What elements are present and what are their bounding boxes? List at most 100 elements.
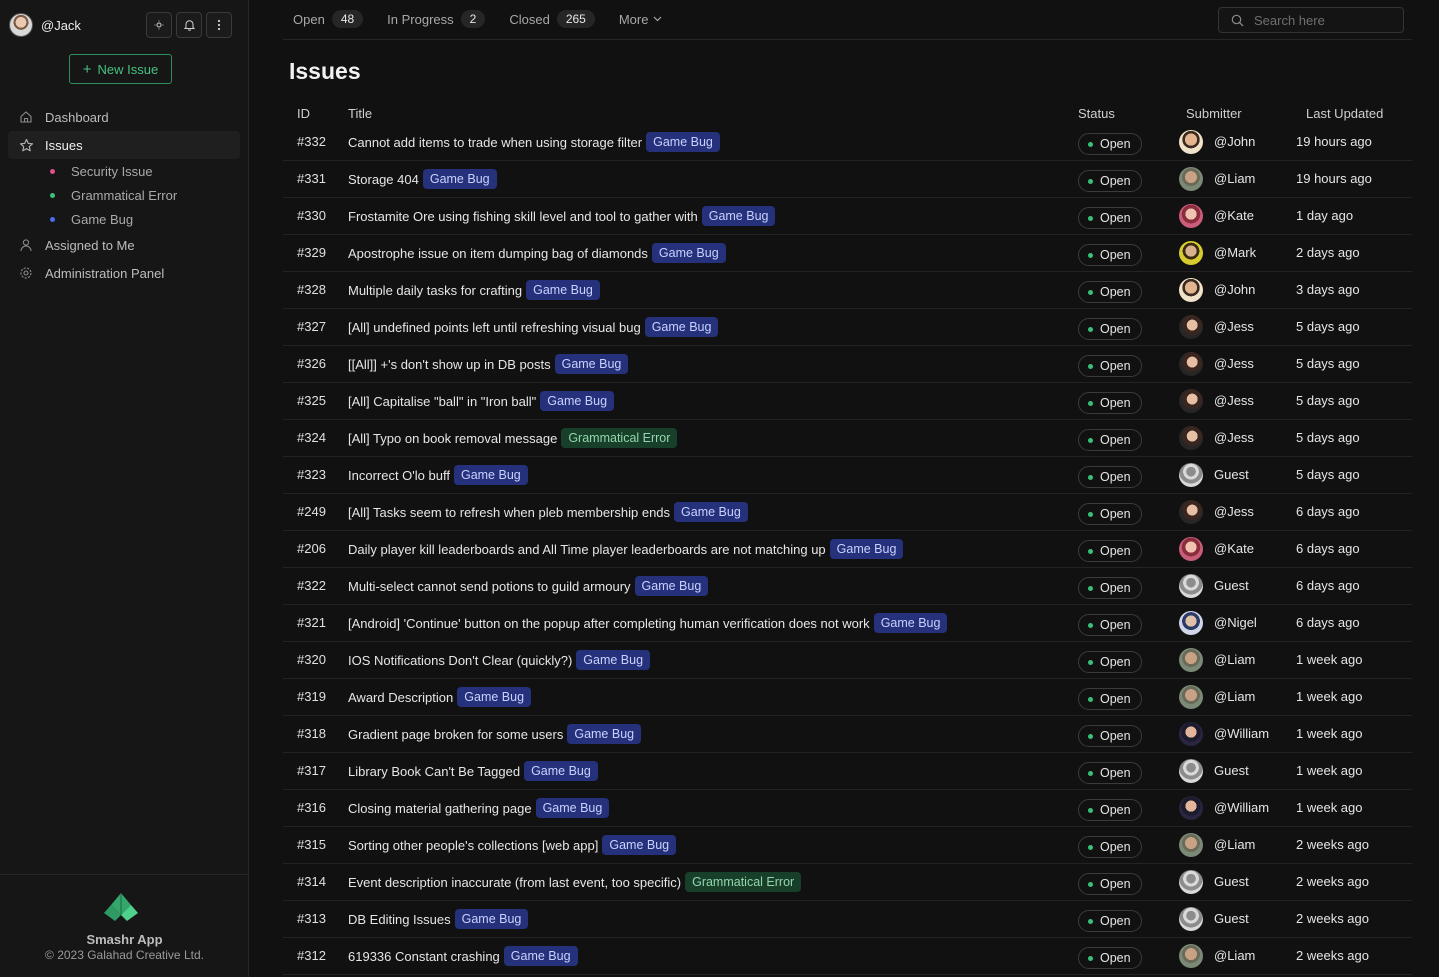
submitter-avatar[interactable] (1179, 537, 1203, 561)
issue-id[interactable]: #322 (297, 578, 326, 593)
submitter-avatar[interactable] (1179, 722, 1203, 746)
issue-tag-badge[interactable]: Game Bug (422, 169, 497, 189)
issue-title[interactable]: Incorrect O'lo buff (348, 468, 450, 483)
issue-id[interactable]: #324 (297, 430, 326, 445)
issue-tag-badge[interactable]: Grammatical Error (685, 872, 802, 892)
table-row[interactable]: #316 Closing material gathering page Game … (283, 790, 1412, 827)
submitter-avatar[interactable] (1179, 759, 1203, 783)
table-row[interactable]: #328 Multiple daily tasks for crafting Gam… (283, 272, 1412, 309)
submitter-name[interactable]: @Kate (1214, 208, 1254, 223)
table-row[interactable]: #314 Event description inaccurate (from l… (283, 864, 1412, 901)
search-input[interactable] (1254, 12, 1394, 28)
issue-id[interactable]: #325 (297, 393, 326, 408)
issue-id[interactable]: #321 (297, 615, 326, 630)
sidebar-item-administration-panel[interactable]: Administration Panel (8, 259, 240, 287)
issue-tag-badge[interactable]: Game Bug (701, 206, 776, 226)
issue-id[interactable]: #312 (297, 948, 326, 963)
submitter-avatar[interactable] (1179, 907, 1203, 931)
issue-title[interactable]: Library Book Can't Be Tagged (348, 764, 520, 779)
submitter-name[interactable]: Guest (1214, 763, 1249, 778)
new-issue-button[interactable]: + New Issue (69, 54, 172, 84)
submitter-avatar[interactable] (1179, 685, 1203, 709)
issue-tag-badge[interactable]: Game Bug (829, 539, 904, 559)
submitter-name[interactable]: @Kate (1214, 541, 1254, 556)
issue-tag-badge[interactable]: Game Bug (576, 650, 651, 670)
submitter-avatar[interactable] (1179, 352, 1203, 376)
submitter-name[interactable]: @Liam (1214, 171, 1255, 186)
submitter-avatar[interactable] (1179, 426, 1203, 450)
issue-tag-badge[interactable]: Game Bug (540, 391, 615, 411)
issue-tag-badge[interactable]: Grammatical Error (561, 428, 678, 448)
submitter-avatar[interactable] (1179, 870, 1203, 894)
column-header-title[interactable]: Title (348, 106, 372, 121)
issue-tag-badge[interactable]: Game Bug (457, 687, 532, 707)
issue-id[interactable]: #206 (297, 541, 326, 556)
issue-id[interactable]: #330 (297, 208, 326, 223)
submitter-avatar[interactable] (1179, 796, 1203, 820)
table-row[interactable]: #327 [All] undefined points left until re… (283, 309, 1412, 346)
issue-id[interactable]: #326 (297, 356, 326, 371)
table-row[interactable]: #331 Storage 404 Game Bug Open @Liam 19 hours… (283, 161, 1412, 198)
submitter-avatar[interactable] (1179, 833, 1203, 857)
table-row[interactable]: #329 Apostrophe issue on item dumping bag… (283, 235, 1412, 272)
issue-title[interactable]: Award Description (348, 690, 453, 705)
issue-id[interactable]: #314 (297, 874, 326, 889)
issue-title[interactable]: Gradient page broken for some users (348, 727, 563, 742)
issue-title[interactable]: Sorting other people's collections [web … (348, 838, 598, 853)
submitter-name[interactable]: Guest (1214, 911, 1249, 926)
issue-tag-badge[interactable]: Game Bug (674, 502, 748, 522)
issue-id[interactable]: #329 (297, 245, 326, 260)
submitter-name[interactable]: @Liam (1214, 948, 1255, 963)
issue-tag-badge[interactable]: Game Bug (651, 243, 726, 263)
sidebar-subitem-game-bug[interactable]: Game Bug (8, 207, 240, 231)
issue-id[interactable]: #331 (297, 171, 326, 186)
sidebar-subitem-grammatical-error[interactable]: Grammatical Error (8, 183, 240, 207)
submitter-name[interactable]: Guest (1214, 874, 1249, 889)
table-row[interactable]: #320 IOS Notifications Don't Clear (quick… (283, 642, 1412, 679)
issue-tag-badge[interactable]: Game Bug (873, 613, 948, 633)
submitter-avatar[interactable] (1179, 315, 1203, 339)
issue-title[interactable]: Storage 404 (348, 172, 419, 187)
issue-tag-badge[interactable]: Game Bug (535, 798, 610, 818)
submitter-name[interactable]: @Nigel (1214, 615, 1257, 630)
table-row[interactable]: #332 Cannot add items to trade when using… (283, 124, 1412, 161)
issue-tag-badge[interactable]: Game Bug (567, 724, 642, 744)
issue-title[interactable]: IOS Notifications Don't Clear (quickly?) (348, 653, 572, 668)
issue-title[interactable]: [All] undefined points left until refres… (348, 320, 641, 335)
sidebar-item-issues[interactable]: Issues (8, 131, 240, 159)
submitter-name[interactable]: Guest (1214, 578, 1249, 593)
table-row[interactable]: #322 Multi-select cannot send potions to … (283, 568, 1412, 605)
tab-more[interactable]: More (619, 8, 663, 30)
submitter-avatar[interactable] (1179, 463, 1203, 487)
notifications-button[interactable] (176, 12, 202, 38)
submitter-name[interactable]: Guest (1214, 467, 1249, 482)
table-row[interactable]: #321 [Android] 'Continue' button on the p… (283, 605, 1412, 642)
issue-title[interactable]: Closing material gathering page (348, 801, 532, 816)
issue-id[interactable]: #323 (297, 467, 326, 482)
issue-title[interactable]: 619336 Constant crashing (348, 949, 500, 964)
submitter-name[interactable]: @John (1214, 134, 1255, 149)
submitter-name[interactable]: @Liam (1214, 689, 1255, 704)
table-row[interactable]: #206 Daily player kill leaderboards and A… (283, 531, 1412, 568)
submitter-name[interactable]: @Liam (1214, 837, 1255, 852)
submitter-avatar[interactable] (1179, 167, 1203, 191)
issue-title[interactable]: Frostamite Ore using fishing skill level… (348, 209, 698, 224)
issue-title[interactable]: Cannot add items to trade when using sto… (348, 135, 642, 150)
issue-tag-badge[interactable]: Game Bug (554, 354, 629, 374)
table-row[interactable]: #330 Frostamite Ore using fishing skill l… (283, 198, 1412, 235)
column-header-last-updated[interactable]: Last Updated (1306, 106, 1383, 121)
submitter-name[interactable]: @Jess (1214, 319, 1254, 334)
tab-open[interactable]: Open 48 (293, 8, 364, 30)
issue-id[interactable]: #318 (297, 726, 326, 741)
submitter-name[interactable]: @Mark (1214, 245, 1256, 260)
submitter-avatar[interactable] (1179, 278, 1203, 302)
issue-title[interactable]: [[All]] +'s don't show up in DB posts (348, 357, 551, 372)
issue-title[interactable]: DB Editing Issues (348, 912, 451, 927)
issue-tag-badge[interactable]: Game Bug (634, 576, 709, 596)
issue-tag-badge[interactable]: Game Bug (524, 761, 598, 781)
table-row[interactable]: #313 DB Editing Issues Game Bug Open Guest 2 … (283, 901, 1412, 938)
issue-id[interactable]: #327 (297, 319, 326, 334)
user-handle[interactable]: @Jack (41, 18, 81, 33)
issue-id[interactable]: #249 (297, 504, 326, 519)
issue-title[interactable]: [Android] 'Continue' button on the popup… (348, 616, 870, 631)
